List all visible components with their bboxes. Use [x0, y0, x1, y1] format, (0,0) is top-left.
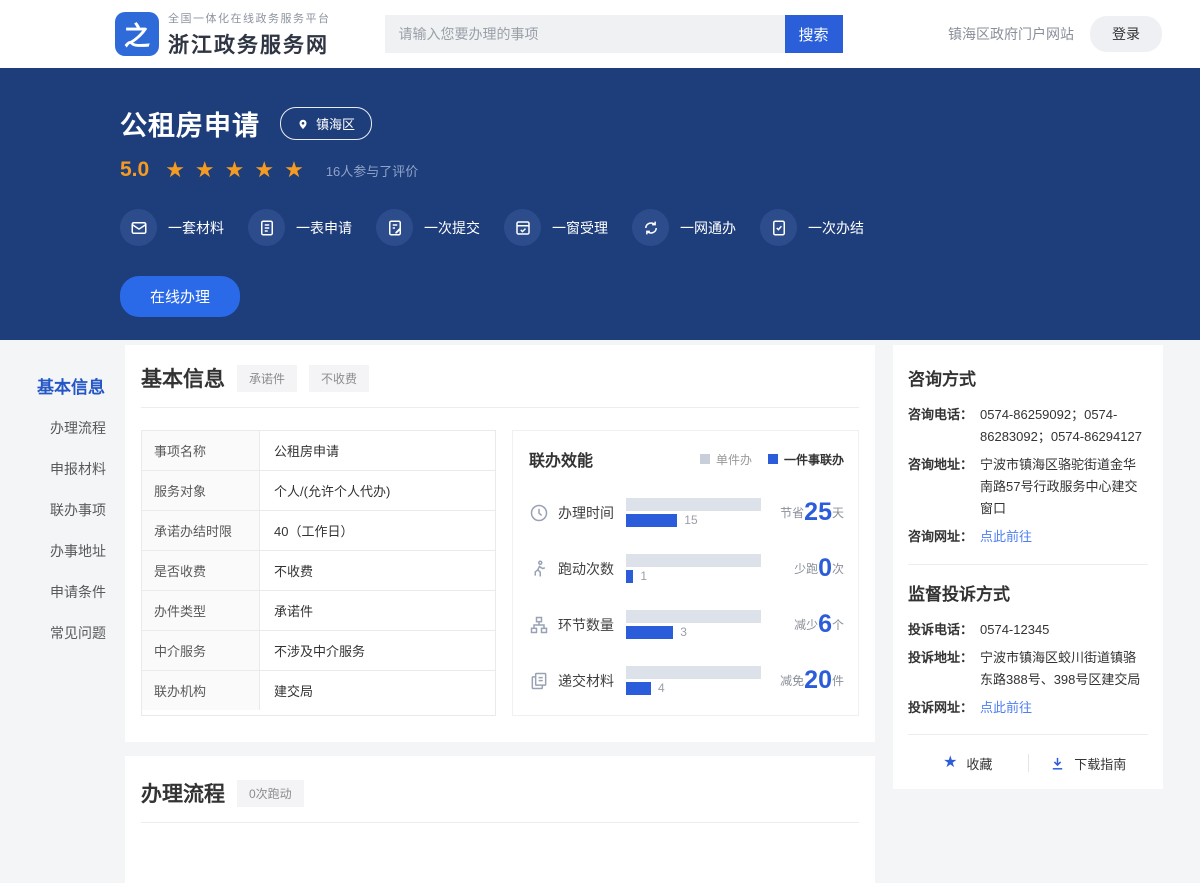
bar-joint — [626, 682, 651, 695]
feature-item: 一次办结 — [760, 209, 864, 246]
logo-glyph: 之 — [124, 16, 150, 53]
window-check-icon — [504, 209, 541, 246]
section-title-basic-info: 基本信息 — [141, 363, 225, 393]
download-guide-button[interactable]: 下载指南 — [1029, 754, 1149, 773]
consult-website-row: 咨询网址： 点此前往 — [908, 526, 1148, 548]
search-button[interactable]: 搜索 — [785, 15, 843, 53]
table-row: 中介服务不涉及中介服务 — [142, 631, 495, 671]
sync-icon — [632, 209, 669, 246]
chart-legend: 单件办 一件事联办 — [700, 451, 844, 468]
envelope-icon — [120, 209, 157, 246]
complaint-title: 监督投诉方式 — [908, 580, 1148, 605]
docs-icon — [529, 671, 549, 691]
bar-single — [626, 554, 761, 567]
form-icon — [248, 209, 285, 246]
contact-sidebar: 咨询方式 咨询电话： 0574-86259092；0574-86283092；0… — [893, 345, 1163, 789]
saving-label: 节省25天 — [780, 500, 844, 525]
flow-icon — [529, 615, 549, 635]
walk-icon — [529, 559, 549, 579]
nav-item-address[interactable]: 办事地址 — [37, 541, 125, 561]
download-icon — [1050, 756, 1065, 771]
legend-swatch-joint — [768, 454, 778, 464]
chart-row: 环节数量 3 减少6个 — [529, 610, 844, 639]
left-nav: 基本信息 办理流程 申报材料 联办事项 办事地址 申请条件 常见问题 — [37, 345, 125, 664]
hero-banner: 公租房申请 镇海区 5.0 ★★★★★ 16人参与了评价 一套材料 一表申请 — [0, 68, 1200, 340]
complaint-website-row: 投诉网址： 点此前往 — [908, 697, 1148, 719]
bar-joint — [626, 626, 673, 639]
top-header: 之 全国一体化在线政务服务平台 浙江政务服务网 搜索 镇海区政府门户网站 登录 — [0, 0, 1200, 68]
complaint-website-link[interactable]: 点此前往 — [980, 697, 1148, 719]
chart-row: 递交材料 4 减免20件 — [529, 666, 844, 695]
rating-score: 5.0 — [120, 158, 149, 182]
nav-item-joint-items[interactable]: 联办事项 — [37, 500, 125, 520]
consult-address-row: 咨询地址： 宁波市镇海区骆驼街道金华南路57号行政服务中心建交窗口 — [908, 454, 1148, 520]
search-input[interactable] — [385, 15, 785, 53]
search-bar: 搜索 — [385, 15, 843, 53]
district-badge[interactable]: 镇海区 — [280, 107, 372, 140]
nav-item-basic-info[interactable]: 基本信息 — [37, 373, 125, 398]
table-row: 服务对象个人/(允许个人代办) — [142, 471, 495, 511]
consult-title: 咨询方式 — [908, 365, 1148, 390]
page-title: 公租房申请 — [120, 104, 260, 143]
site-logo[interactable]: 之 全国一体化在线政务服务平台 浙江政务服务网 — [115, 10, 331, 59]
login-button[interactable]: 登录 — [1090, 16, 1162, 52]
consult-website-link[interactable]: 点此前往 — [980, 526, 1148, 548]
table-row: 是否收费不收费 — [142, 551, 495, 591]
nav-item-process[interactable]: 办理流程 — [37, 418, 125, 438]
platform-label: 全国一体化在线政务服务平台 — [168, 10, 331, 26]
basic-info-card: 基本信息 承诺件 不收费 事项名称公租房申请 服务对象个人/(允许个人代办) 承… — [125, 345, 875, 742]
clock-icon — [529, 503, 549, 523]
nav-item-conditions[interactable]: 申请条件 — [37, 582, 125, 602]
submit-icon — [376, 209, 413, 246]
district-label: 镇海区 — [316, 114, 355, 133]
nav-item-materials[interactable]: 申报材料 — [37, 459, 125, 479]
chart-title: 联办效能 — [529, 447, 593, 471]
table-row: 联办机构建交局 — [142, 671, 495, 710]
chart-row: 跑动次数 1 少跑0次 — [529, 554, 844, 583]
logo-icon: 之 — [115, 12, 159, 56]
feature-list: 一套材料 一表申请 一次提交 一窗受理 一网通办 — [120, 209, 1200, 246]
favorite-star-icon: ★ — [943, 755, 957, 771]
table-row: 事项名称公租房申请 — [142, 431, 495, 471]
table-row: 承诺办结时限40（工作日） — [142, 511, 495, 551]
section-title-process: 办理流程 — [141, 778, 225, 808]
feature-item: 一表申请 — [248, 209, 352, 246]
doc-check-icon — [760, 209, 797, 246]
portal-link[interactable]: 镇海区政府门户网站 — [948, 24, 1074, 44]
feature-item: 一网通办 — [632, 209, 736, 246]
badge-zero-trips: 0次跑动 — [237, 780, 304, 807]
saving-label: 减免20件 — [780, 668, 844, 693]
bar-joint — [626, 514, 677, 527]
site-name: 浙江政务服务网 — [168, 29, 331, 59]
feature-item: 一次提交 — [376, 209, 480, 246]
table-row: 办件类型承诺件 — [142, 591, 495, 631]
consult-phone-row: 咨询电话： 0574-86259092；0574-86283092；0574-8… — [908, 404, 1148, 448]
favorite-button[interactable]: ★ 收藏 — [908, 754, 1028, 773]
rating-stars: ★★★★★ — [165, 159, 314, 181]
badge-free: 不收费 — [309, 365, 369, 392]
online-apply-button[interactable]: 在线办理 — [120, 276, 240, 317]
saving-label: 减少6个 — [794, 612, 844, 637]
complaint-address-row: 投诉地址： 宁波市镇海区蛟川街道镇骆东路388号、398号区建交局 — [908, 647, 1148, 691]
feature-item: 一窗受理 — [504, 209, 608, 246]
chart-row: 办理时间 15 节省25天 — [529, 498, 844, 527]
bar-single — [626, 666, 761, 679]
complaint-phone-row: 投诉电话： 0574-12345 — [908, 619, 1148, 641]
saving-label: 少跑0次 — [794, 556, 844, 581]
info-table: 事项名称公租房申请 服务对象个人/(允许个人代办) 承诺办结时限40（工作日） … — [141, 430, 496, 716]
bar-joint — [626, 570, 633, 583]
badge-promise: 承诺件 — [237, 365, 297, 392]
divider — [908, 564, 1148, 565]
bar-single — [626, 610, 761, 623]
bar-single — [626, 498, 761, 511]
process-card: 办理流程 0次跑动 — [125, 756, 875, 883]
legend-swatch-single — [700, 454, 710, 464]
nav-item-faq[interactable]: 常见问题 — [37, 623, 125, 643]
location-pin-icon — [297, 117, 309, 131]
joint-efficiency-panel: 联办效能 单件办 一件事联办 办理时间 15 — [512, 430, 859, 716]
divider — [908, 734, 1148, 735]
feature-item: 一套材料 — [120, 209, 224, 246]
rating-participants: 16人参与了评价 — [326, 161, 418, 180]
